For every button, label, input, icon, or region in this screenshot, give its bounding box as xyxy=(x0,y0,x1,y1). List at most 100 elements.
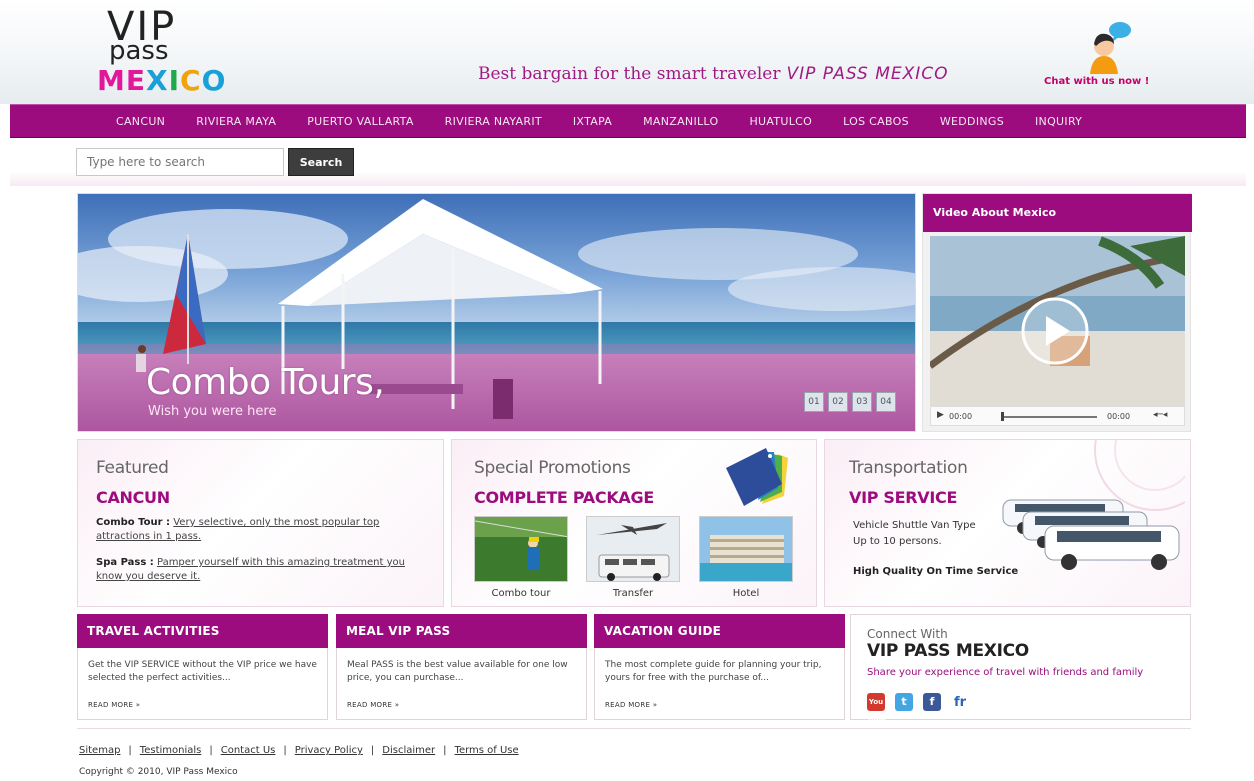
slide-button[interactable]: 01 xyxy=(804,392,824,412)
logo-letter: I xyxy=(168,64,181,97)
chat-widget[interactable]: Chat with us now ! xyxy=(1044,12,1164,92)
hotel-thumb[interactable] xyxy=(699,516,793,582)
slide-button[interactable]: 04 xyxy=(876,392,896,412)
facebook-icon[interactable]: f xyxy=(923,693,941,711)
featured-subheading[interactable]: CANCUN xyxy=(96,488,170,507)
volume-icon[interactable]: ◂─◂ xyxy=(1153,410,1167,420)
video-progress-handle[interactable] xyxy=(1001,412,1004,421)
transportation-box: Transportation VIP SERVICE Vehicle Shutt… xyxy=(824,439,1191,607)
logo-letter: E xyxy=(125,64,147,97)
search-button[interactable]: Search xyxy=(288,148,354,176)
nav-item-weddings[interactable]: WEDDINGS xyxy=(940,105,1004,138)
footer-link-disclaimer[interactable]: Disclaimer xyxy=(382,745,435,756)
vip-pass-mexico-logo[interactable]: VIP pass MEXICO xyxy=(95,4,226,100)
featured-box: Featured CANCUN Combo Tour : Very select… xyxy=(77,439,444,607)
logo-line-mexico: MEXICO xyxy=(97,64,226,97)
search-bar: Search xyxy=(10,138,1246,186)
youtube-icon[interactable]: You Tube xyxy=(867,693,886,724)
hotel-image xyxy=(700,517,792,581)
connect-text: Share your experience of travel with fri… xyxy=(867,667,1144,678)
nav-item-riviera-maya[interactable]: RIVIERA MAYA xyxy=(196,105,276,138)
transportation-line: Vehicle Shuttle Van Type xyxy=(853,520,976,531)
footer-separator: | xyxy=(128,745,132,756)
search-input[interactable] xyxy=(76,148,284,176)
chat-person-icon xyxy=(1090,22,1131,74)
combo-tour-thumb[interactable] xyxy=(474,516,568,582)
hero-title: Combo Tours, xyxy=(146,362,385,403)
footer-link-sitemap[interactable]: Sitemap xyxy=(79,745,120,756)
box-text: Meal PASS is the best value available fo… xyxy=(347,660,568,683)
promotions-heading: Special Promotions xyxy=(474,458,631,478)
logo-line-pass: pass xyxy=(109,36,169,66)
slide-button[interactable]: 03 xyxy=(852,392,872,412)
box-title[interactable]: VACATION GUIDE xyxy=(594,614,845,648)
nav-item-puerto-vallarta[interactable]: PUERTO VALLARTA xyxy=(307,105,413,138)
read-more-link[interactable]: READ MORE » xyxy=(88,701,140,709)
nav-item-cancun[interactable]: CANCUN xyxy=(116,105,165,138)
featured-item-label: Spa Pass : xyxy=(96,557,154,568)
box-text: Get the VIP SERVICE without the VIP pric… xyxy=(88,660,317,683)
promotions-subheading[interactable]: COMPLETE PACKAGE xyxy=(474,488,654,507)
footer-separator: | xyxy=(283,745,287,756)
main-nav: CANCUN RIVIERA MAYA PUERTO VALLARTA RIVI… xyxy=(10,104,1246,138)
transfer-thumb[interactable] xyxy=(586,516,680,582)
footer-link-contact[interactable]: Contact Us xyxy=(221,745,276,756)
video-progress-track[interactable] xyxy=(1003,416,1097,418)
read-more-link[interactable]: READ MORE » xyxy=(347,701,399,709)
footer-separator: | xyxy=(209,745,213,756)
nav-item-huatulco[interactable]: HUATULCO xyxy=(749,105,812,138)
promotions-box: Special Promotions COMPLETE PACKAGE Comb… xyxy=(451,439,817,607)
hero-slideshow[interactable]: Combo Tours, Wish you were here 01 02 03… xyxy=(77,193,916,432)
vacation-guide-box: VACATION GUIDE The most complete guide f… xyxy=(594,614,845,720)
thumb-label: Transfer xyxy=(612,588,654,599)
tagline-brand: VIP PASS MEXICO xyxy=(786,64,949,84)
connect-heading: Connect With xyxy=(867,627,948,641)
footer-separator: | xyxy=(443,745,447,756)
read-more-link[interactable]: READ MORE » xyxy=(605,701,657,709)
footer-divider xyxy=(77,728,1191,729)
nav-item-inquiry[interactable]: INQUIRY xyxy=(1035,105,1082,138)
nav-item-manzanillo[interactable]: MANZANILLO xyxy=(643,105,718,138)
transportation-line: Up to 10 persons. xyxy=(853,536,942,547)
video-thumbnail xyxy=(930,236,1185,406)
logo-letter: M xyxy=(97,64,126,97)
connect-brand: VIP PASS MEXICO xyxy=(867,641,1029,661)
nav-item-ixtapa[interactable]: IXTAPA xyxy=(573,105,612,138)
hero-subtitle: Wish you were here xyxy=(148,404,277,419)
box-title[interactable]: TRAVEL ACTIVITIES xyxy=(77,614,328,648)
play-icon[interactable]: ▶ xyxy=(937,410,944,420)
tagline: Best bargain for the smart traveler VIP P… xyxy=(478,64,949,84)
site-header: VIP pass MEXICO Best bargain for the sma… xyxy=(0,0,1254,104)
connect-box: Connect With VIP PASS MEXICO Share your … xyxy=(850,614,1191,724)
transportation-subheading[interactable]: VIP SERVICE xyxy=(849,488,957,507)
copyright: Copyright © 2010, VIP Pass Mexico xyxy=(79,767,238,777)
shuttle-vans-image xyxy=(1002,499,1180,570)
transportation-heading: Transportation xyxy=(849,458,968,478)
footer-links: Sitemap | Testimonials | Contact Us | Privacy … xyxy=(79,745,519,756)
featured-heading: Featured xyxy=(96,458,169,478)
footer-link-testimonials[interactable]: Testimonials xyxy=(140,745,202,756)
tagline-text: Best bargain for the smart traveler xyxy=(478,64,781,84)
slide-button[interactable]: 02 xyxy=(828,392,848,412)
logo-letter: O xyxy=(201,64,227,97)
thumb-label: Combo tour xyxy=(491,588,551,599)
video-time-current: 00:00 xyxy=(949,412,973,421)
nav-item-riviera-nayarit[interactable]: RIVIERA NAYARIT xyxy=(445,105,542,138)
featured-item: Spa Pass : Pamper yourself with this ama… xyxy=(96,556,431,584)
travel-activities-box: TRAVEL ACTIVITIES Get the VIP SERVICE wi… xyxy=(77,614,328,720)
footer-link-privacy[interactable]: Privacy Policy xyxy=(295,745,363,756)
nav-item-los-cabos[interactable]: LOS CABOS xyxy=(843,105,909,138)
box-title[interactable]: MEAL VIP PASS xyxy=(336,614,587,648)
video-player[interactable] xyxy=(930,236,1185,406)
logo-letter: X xyxy=(146,64,169,97)
van-plane-image xyxy=(587,517,679,581)
video-panel: Video About Mexico ▶ 00:00 00:00 ◂─◂ xyxy=(922,193,1192,432)
chat-label: Chat with us now ! xyxy=(1044,76,1150,87)
footer-separator: | xyxy=(370,745,375,756)
video-controls: ▶ 00:00 00:00 ◂─◂ xyxy=(930,406,1185,426)
friendfeed-icon[interactable]: fr xyxy=(951,693,969,711)
twitter-icon[interactable]: t xyxy=(895,693,913,711)
footer-link-terms[interactable]: Terms of Use xyxy=(455,745,519,756)
video-title: Video About Mexico xyxy=(923,194,1192,232)
price-tag-icon xyxy=(726,448,788,506)
